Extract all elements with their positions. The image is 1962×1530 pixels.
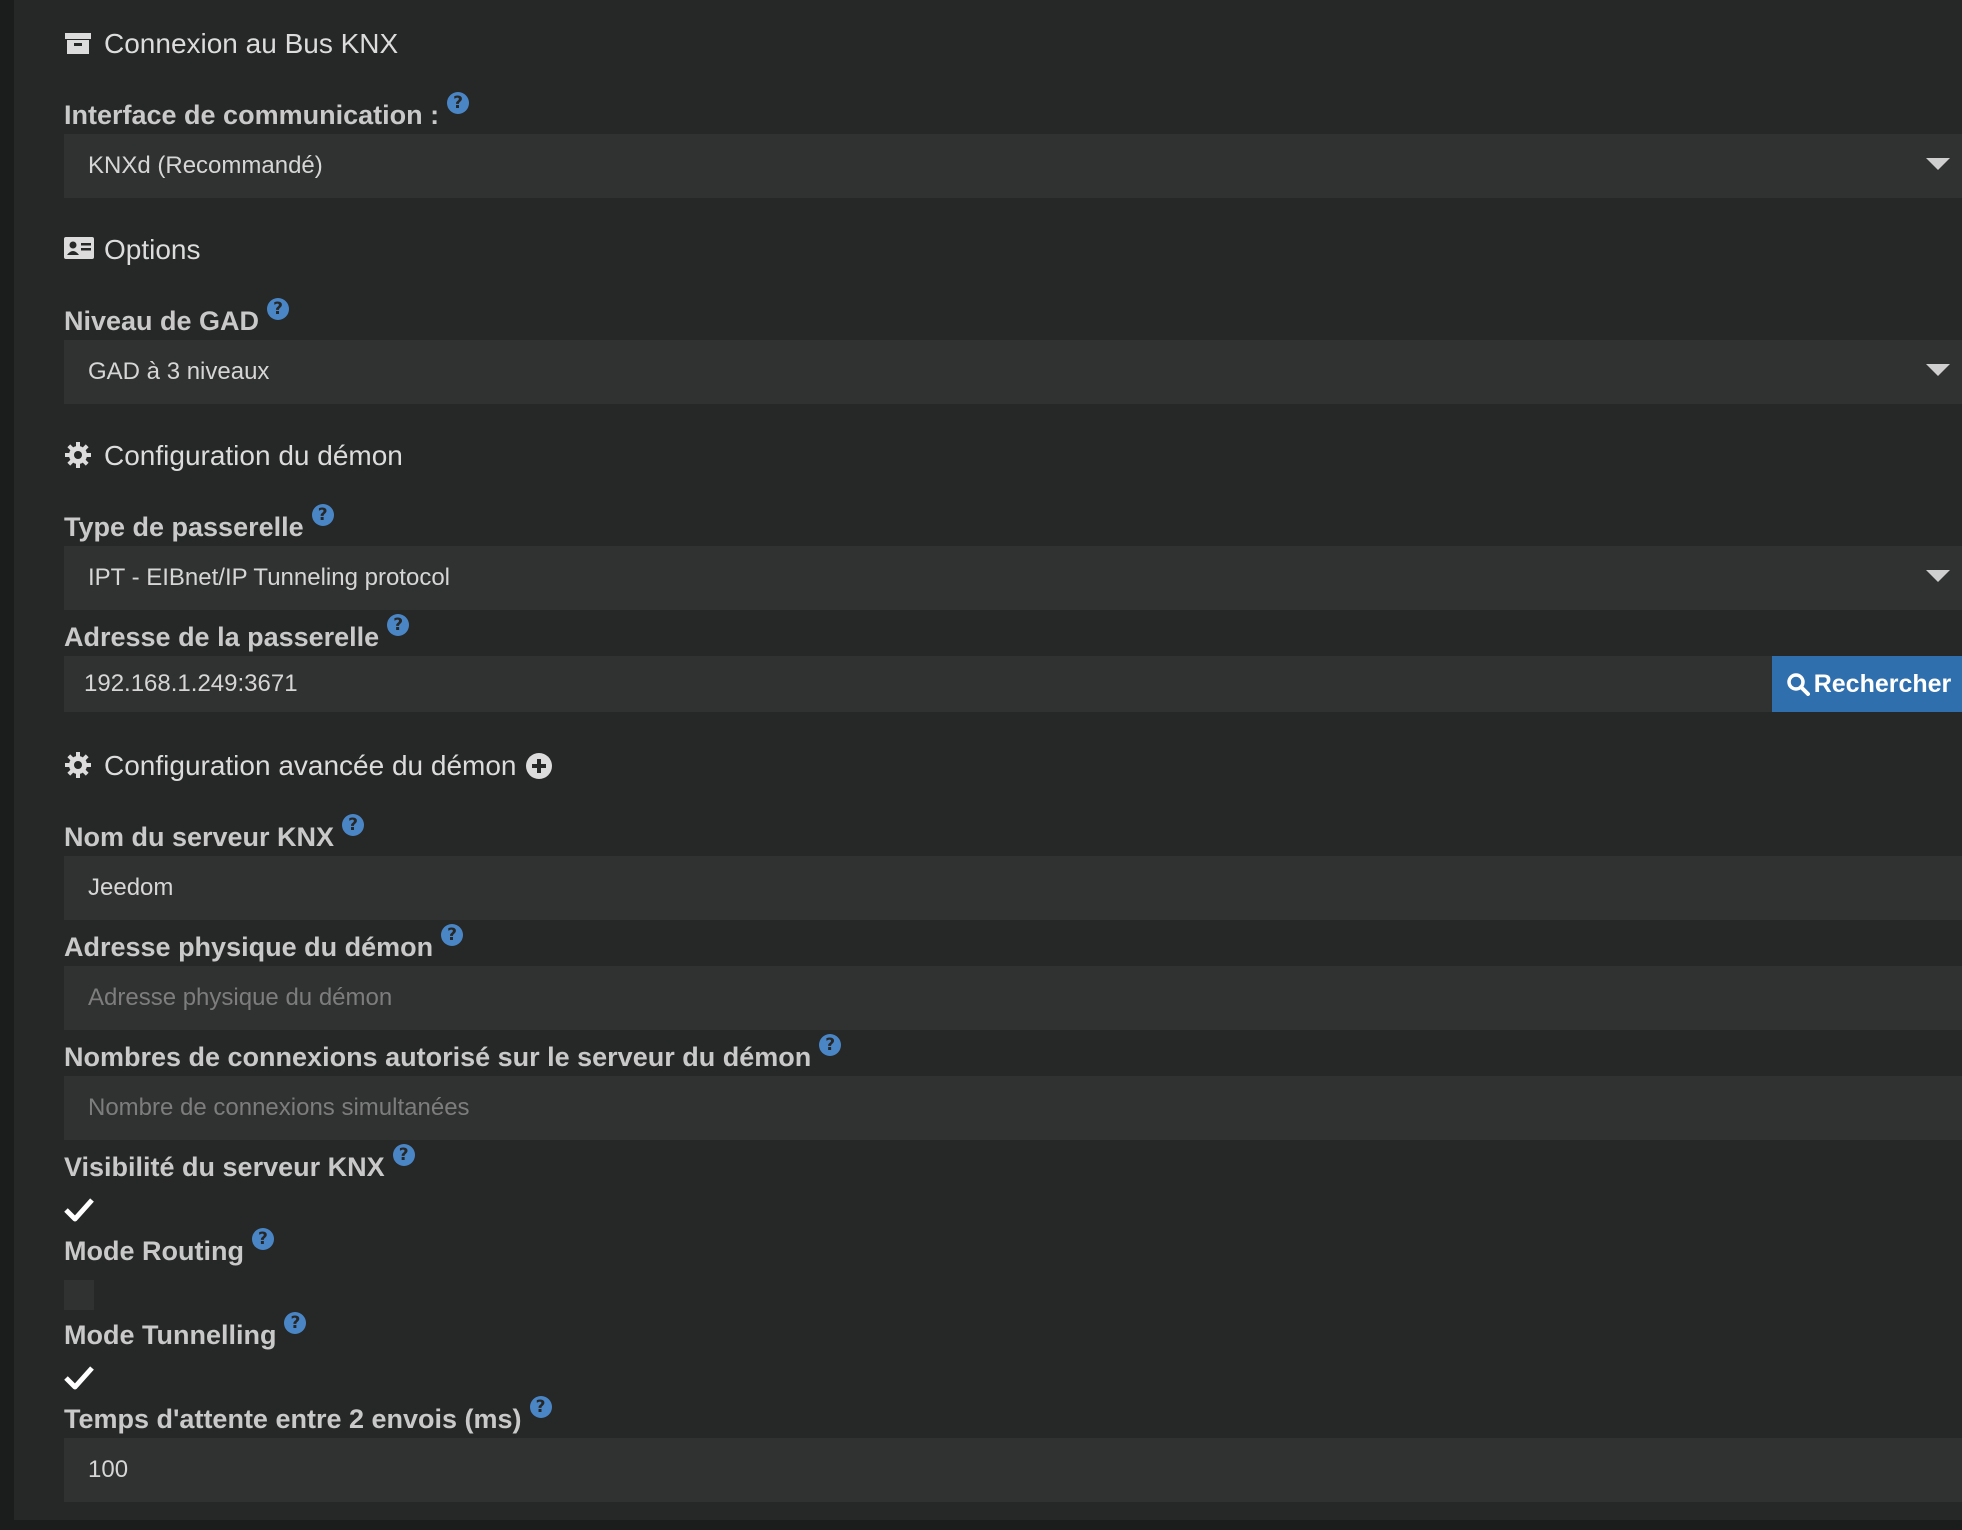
help-icon[interactable]: ? [267,298,290,320]
config-panel: Connexion au Bus KNX Interface de commun… [14,0,1962,1520]
routing-checkbox[interactable] [64,1280,94,1310]
interface-label: Interface de communication : ? [64,92,470,131]
gear-icon [64,751,94,781]
connections-input[interactable]: Nombre de connexions simultanées [64,1076,1962,1140]
tunnelling-label: Mode Tunnelling ? [64,1312,307,1351]
check-icon [64,1198,94,1222]
section-title: Configuration du démon [104,440,403,471]
visibility-label: Visibilité du serveur KNX ? [64,1144,415,1183]
help-icon[interactable]: ? [441,924,464,946]
interface-select[interactable]: KNXd (Recommandé) [64,134,1962,198]
archive-icon [64,29,94,59]
search-icon [1786,673,1810,696]
section-bus-connection: Connexion au Bus KNX [64,28,398,60]
gateway-type-select[interactable]: IPT - EIBnet/IP Tunneling protocol [64,546,1962,610]
wait-time-input[interactable]: 100 [64,1438,1962,1502]
server-name-label: Nom du serveur KNX ? [64,814,365,853]
section-title: Configuration avancée du démon [104,750,517,781]
wait-time-label: Temps d'attente entre 2 envois (ms) ? [64,1396,552,1435]
help-icon[interactable]: ? [284,1312,307,1334]
help-icon[interactable]: ? [311,504,334,526]
gear-icon [64,441,94,471]
caret-down-icon [1926,364,1950,376]
help-icon[interactable]: ? [251,1228,274,1250]
section-options: Options [64,234,201,266]
visibility-checkbox[interactable] [64,1194,94,1224]
check-icon [64,1366,94,1390]
tunnelling-checkbox[interactable] [64,1362,94,1392]
gateway-type-label: Type de passerelle ? [64,504,334,543]
section-daemon-config: Configuration du démon [64,440,403,472]
routing-label: Mode Routing ? [64,1228,274,1267]
server-name-input[interactable]: Jeedom [64,856,1962,920]
help-icon[interactable]: ? [819,1034,842,1056]
section-advanced-daemon-config: Configuration avancée du démon [64,750,553,782]
id-card-icon [64,235,94,265]
gad-level-label: Niveau de GAD ? [64,298,290,337]
caret-down-icon [1926,158,1950,170]
expand-plus-icon[interactable] [525,752,553,780]
physical-address-input[interactable]: Adresse physique du démon [64,966,1962,1030]
section-title: Options [104,234,201,265]
help-icon[interactable]: ? [387,614,410,636]
physical-address-label: Adresse physique du démon ? [64,924,464,963]
connections-label: Nombres de connexions autorisé sur le se… [64,1034,842,1073]
help-icon[interactable]: ? [342,814,365,836]
caret-down-icon [1926,570,1950,582]
gad-level-select[interactable]: GAD à 3 niveaux [64,340,1962,404]
help-icon[interactable]: ? [392,1144,415,1166]
gateway-address-input[interactable]: 192.168.1.249:3671 [64,656,1772,712]
search-button[interactable]: Rechercher [1772,656,1962,712]
section-title: Connexion au Bus KNX [104,28,399,59]
gateway-address-label: Adresse de la passerelle ? [64,614,410,653]
help-icon[interactable]: ? [529,1396,552,1418]
help-icon[interactable]: ? [447,92,470,114]
